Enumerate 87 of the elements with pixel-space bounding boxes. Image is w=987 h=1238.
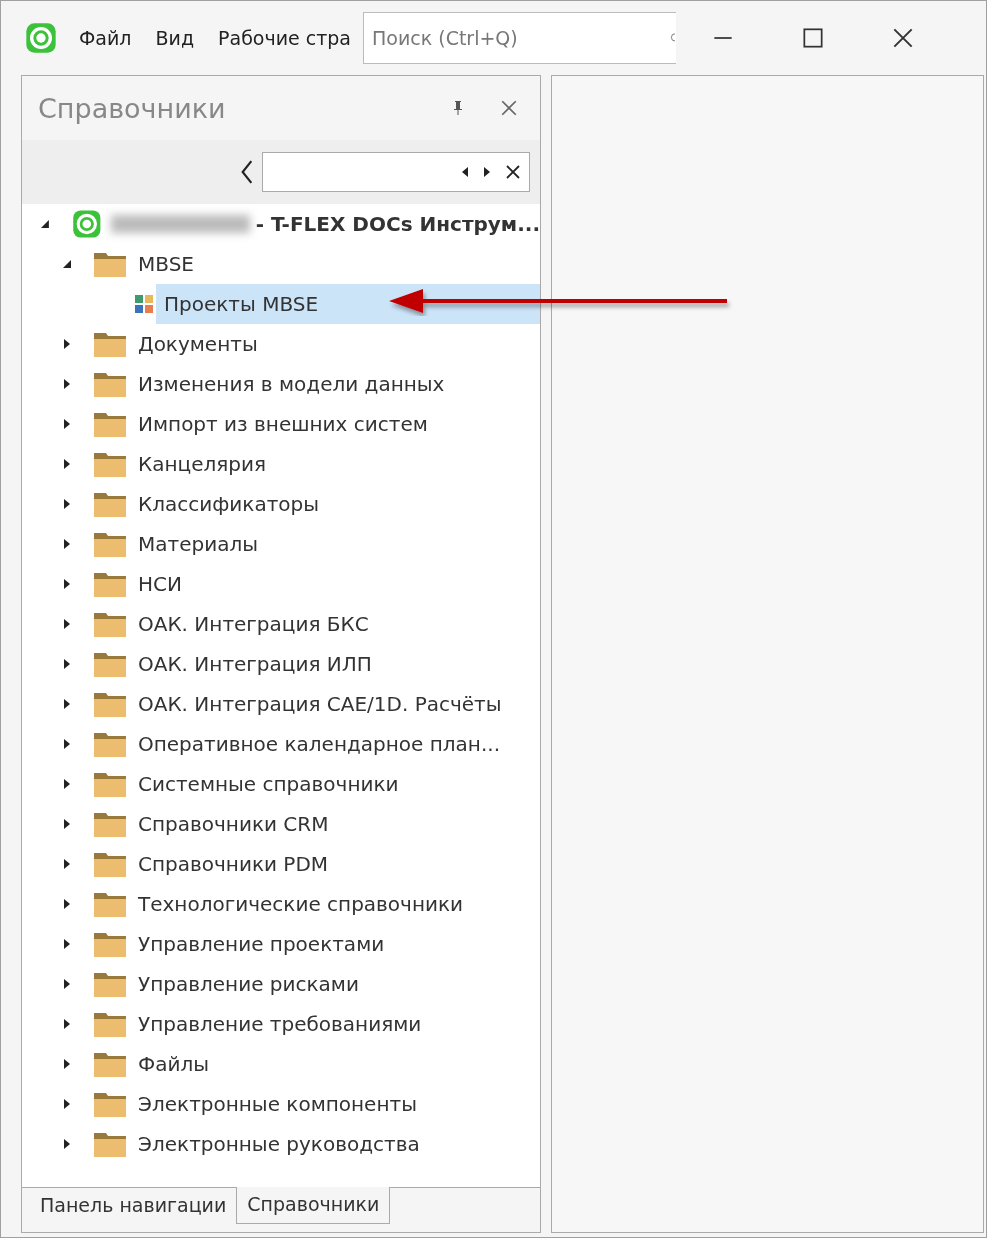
folder-icon xyxy=(94,731,126,757)
folder-icon xyxy=(94,411,126,437)
tree-item[interactable]: Изменения в модели данных xyxy=(130,364,540,404)
clear-icon[interactable] xyxy=(505,164,521,180)
expand-arrow-icon[interactable] xyxy=(62,339,72,349)
tree-item[interactable]: MBSE xyxy=(130,244,540,284)
folder-icon xyxy=(94,531,126,557)
tree-item[interactable]: Справочники PDM xyxy=(130,844,540,884)
expand-arrow-icon[interactable] xyxy=(40,219,50,229)
expand-arrow-icon[interactable] xyxy=(62,1019,72,1029)
tree-item[interactable]: НСИ xyxy=(130,564,540,604)
folder-icon xyxy=(94,771,126,797)
menu-item[interactable]: Рабочие стра xyxy=(218,27,351,49)
tree-item[interactable]: Канцелярия xyxy=(130,444,540,484)
tree-item[interactable]: Импорт из внешних систем xyxy=(130,404,540,444)
next-icon[interactable] xyxy=(483,166,491,178)
expand-arrow-icon[interactable] xyxy=(62,979,72,989)
tree-item[interactable]: Справочники CRM xyxy=(130,804,540,844)
tree-item[interactable]: Оперативное календарное план... xyxy=(130,724,540,764)
menu-item[interactable]: Файл xyxy=(79,27,132,49)
expand-arrow-icon[interactable] xyxy=(62,579,72,589)
folder-icon xyxy=(94,811,126,837)
pin-icon[interactable] xyxy=(452,100,464,116)
filter-field[interactable] xyxy=(262,152,530,192)
folder-icon xyxy=(94,1091,126,1117)
expand-arrow-icon[interactable] xyxy=(62,1139,72,1149)
panel-tab[interactable]: Справочники xyxy=(236,1187,391,1224)
back-icon[interactable] xyxy=(240,159,254,185)
tree-item[interactable]: ОАК. Интеграция ИЛП xyxy=(130,644,540,684)
tree-item[interactable]: ОАК. Интеграция БКС xyxy=(130,604,540,644)
grid-icon xyxy=(134,294,154,314)
tree-item[interactable]: ОАК. Интеграция САЕ/1D. Расчёты xyxy=(130,684,540,724)
expand-arrow-icon[interactable] xyxy=(62,619,72,629)
tree-item[interactable]: Системные справочники xyxy=(130,764,540,804)
folder-icon xyxy=(94,491,126,517)
tree-item[interactable]: Классификаторы xyxy=(130,484,540,524)
tree-item[interactable]: Файлы xyxy=(130,1044,540,1084)
panel-tab[interactable]: Панель навигации xyxy=(22,1188,237,1224)
expand-arrow-icon[interactable] xyxy=(62,939,72,949)
tree-item[interactable]: Управление проектами xyxy=(130,924,540,964)
app-logo-icon xyxy=(25,22,57,54)
expand-arrow-icon[interactable] xyxy=(62,499,72,509)
expand-arrow-icon[interactable] xyxy=(62,899,72,909)
expand-arrow-icon[interactable] xyxy=(62,419,72,429)
expand-arrow-icon[interactable] xyxy=(62,739,72,749)
expand-arrow-icon[interactable] xyxy=(62,859,72,869)
folder-icon xyxy=(94,451,126,477)
expand-arrow-icon[interactable] xyxy=(62,259,72,269)
folder-icon xyxy=(94,851,126,877)
tree-root-label[interactable]: - T-FLEX DOCs Инструм... xyxy=(255,212,540,236)
folder-icon xyxy=(94,371,126,397)
folder-icon xyxy=(94,331,126,357)
expand-arrow-icon[interactable] xyxy=(62,1099,72,1109)
expand-arrow-icon[interactable] xyxy=(62,659,72,669)
previous-icon[interactable] xyxy=(461,166,469,178)
expand-arrow-icon[interactable] xyxy=(62,1059,72,1069)
folder-icon xyxy=(94,1131,126,1157)
search-field[interactable]: Поиск (Ctrl+Q) xyxy=(363,12,676,64)
folder-icon xyxy=(94,1011,126,1037)
folder-icon xyxy=(94,891,126,917)
tree-item[interactable]: Проекты MBSE xyxy=(156,284,540,324)
expand-arrow-icon[interactable] xyxy=(62,819,72,829)
tree-item[interactable]: Электронные компоненты xyxy=(130,1084,540,1124)
expand-arrow-icon[interactable] xyxy=(62,779,72,789)
folder-icon xyxy=(94,571,126,597)
panel-title: Справочники xyxy=(38,92,227,124)
folder-icon xyxy=(94,251,126,277)
folder-icon xyxy=(94,971,126,997)
expand-arrow-icon[interactable] xyxy=(62,379,72,389)
expand-arrow-icon[interactable] xyxy=(62,459,72,469)
tree-item[interactable]: Электронные руководства xyxy=(130,1124,540,1164)
folder-icon xyxy=(94,611,126,637)
folder-icon xyxy=(94,1051,126,1077)
folder-icon xyxy=(94,931,126,957)
close-icon[interactable] xyxy=(500,99,518,117)
menu-item[interactable]: Вид xyxy=(155,27,195,49)
expand-arrow-icon[interactable] xyxy=(62,699,72,709)
tree-item[interactable]: Управление требованиями xyxy=(130,1004,540,1044)
maximize-icon[interactable] xyxy=(800,25,826,51)
expand-arrow-icon[interactable] xyxy=(62,539,72,549)
tree-item[interactable]: Технологические справочники xyxy=(130,884,540,924)
app-logo-icon xyxy=(71,209,102,239)
folder-icon xyxy=(94,691,126,717)
folder-icon xyxy=(94,651,126,677)
tree-item[interactable]: Материалы xyxy=(130,524,540,564)
tree-item[interactable]: Документы xyxy=(130,324,540,364)
tree-item[interactable]: Управление рисками xyxy=(130,964,540,1004)
